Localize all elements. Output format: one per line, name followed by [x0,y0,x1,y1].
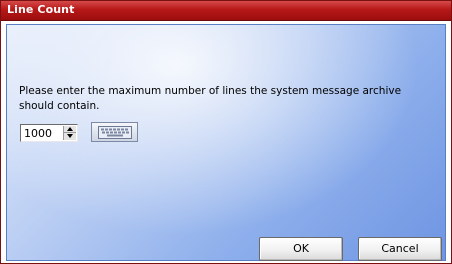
keyboard-icon [98,126,132,139]
instruction-text: Please enter the maximum number of lines… [19,85,402,112]
cancel-button[interactable]: Cancel [358,237,442,261]
title-bar[interactable]: Line Count [1,1,451,21]
spin-buttons [63,126,76,140]
keyboard-button[interactable] [91,122,138,142]
line-count-dialog: Line Count Please enter the maximum numb… [0,0,452,264]
content-panel: Please enter the maximum number of lines… [6,24,446,261]
dialog-title: Line Count [7,3,75,16]
chevron-up-icon[interactable] [64,126,76,133]
ok-button[interactable]: OK [259,237,343,261]
chevron-down-icon[interactable] [64,133,76,140]
max-lines-spinbox[interactable]: 1000 [20,124,78,142]
max-lines-value[interactable]: 1000 [24,127,52,140]
